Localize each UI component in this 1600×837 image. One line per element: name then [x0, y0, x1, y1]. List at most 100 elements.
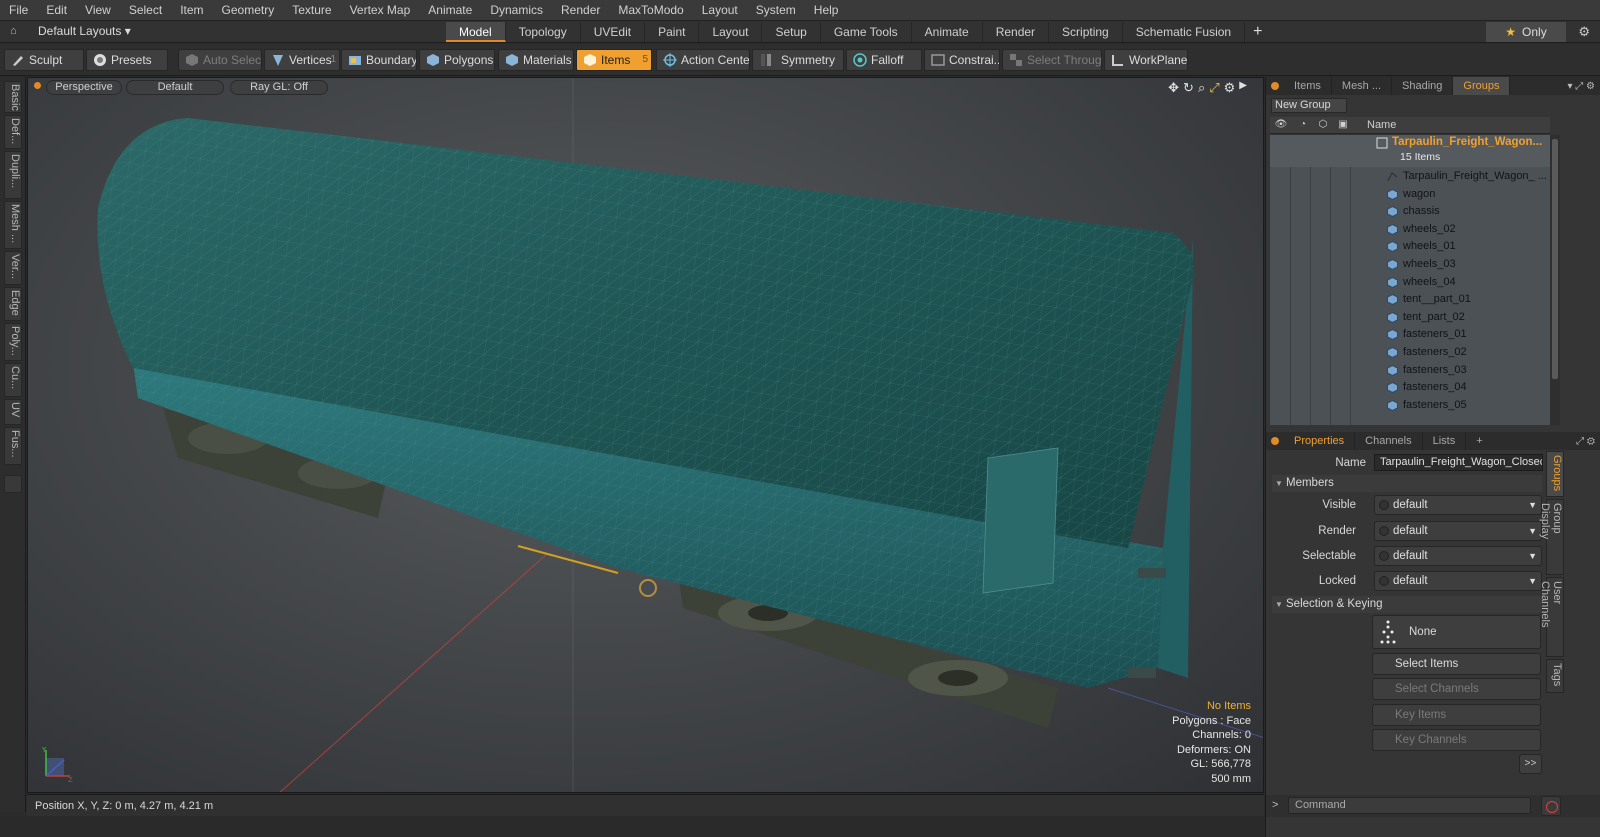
move-view-icon[interactable]: ✥: [1168, 80, 1179, 96]
tree-item-chassis[interactable]: chassis: [1270, 203, 1550, 221]
select-channels-button[interactable]: Select Channels: [1372, 678, 1541, 700]
properties-menu-dot-icon[interactable]: [1271, 437, 1279, 445]
menu-vertex-map[interactable]: Vertex Map: [341, 0, 420, 21]
menu-geometry[interactable]: Geometry: [213, 0, 284, 21]
3d-viewport[interactable]: Perspective Default Ray GL: Off ✥ ↻ ⌕ ⤢ …: [27, 77, 1264, 793]
new-group-button[interactable]: New Group: [1271, 98, 1347, 113]
viewport-expand-icon[interactable]: ▶: [1239, 80, 1247, 96]
view-perspective-button[interactable]: Perspective: [46, 80, 122, 95]
viewport-gear-icon[interactable]: ⚙: [1224, 80, 1236, 96]
side-tab-user-channels[interactable]: User Channels: [1539, 577, 1564, 657]
selection-set-none-button[interactable]: None: [1372, 615, 1541, 649]
name-column-header[interactable]: Name: [1367, 119, 1396, 131]
tab-properties[interactable]: Properties: [1284, 432, 1356, 450]
menu-edit[interactable]: Edit: [37, 0, 76, 21]
layout-selector[interactable]: Default Layouts ▾: [38, 24, 131, 38]
tree-item-wheels-03[interactable]: wheels_03: [1270, 256, 1550, 274]
tab-fusion[interactable]: Fus...: [4, 427, 22, 465]
gear-icon[interactable]: ⚙: [1578, 24, 1590, 40]
tree-item-tent-part-02[interactable]: tent_part_02: [1270, 309, 1550, 327]
key-channels-button[interactable]: Key Channels: [1372, 729, 1541, 751]
tab-layout[interactable]: Layout: [699, 22, 763, 42]
group-root-row[interactable]: Tarpaulin_Freight_Wagon... 15 Items: [1270, 135, 1550, 167]
tree-item-wheels-04[interactable]: wheels_04: [1270, 274, 1550, 292]
tab-lists[interactable]: Lists: [1423, 432, 1467, 450]
members-section[interactable]: ▼ Members: [1272, 475, 1542, 492]
tree-item-fasteners-02[interactable]: fasteners_02: [1270, 344, 1550, 362]
tab-model[interactable]: Model: [446, 22, 506, 42]
select-through-button[interactable]: Select Through: [1002, 49, 1102, 71]
tab-deform[interactable]: Def...: [4, 115, 22, 149]
menu-render[interactable]: Render: [552, 0, 609, 21]
auto-select-button[interactable]: Auto Select: [178, 49, 262, 71]
menu-dynamics[interactable]: Dynamics: [481, 0, 552, 21]
tree-item-fasteners-04[interactable]: fasteners_04: [1270, 379, 1550, 397]
tab-mesh[interactable]: Mesh ...: [4, 201, 22, 249]
lock-column-icon[interactable]: ▣: [1336, 119, 1350, 131]
menu-maxtomodo[interactable]: MaxToModo: [609, 0, 692, 21]
tree-item-fasteners-05[interactable]: fasteners_05: [1270, 397, 1550, 415]
tab-shading[interactable]: Shading: [1392, 77, 1454, 95]
panel-bottom-options-icon[interactable]: ⤢ ⚙: [1576, 436, 1600, 447]
selectable-dropdown[interactable]: default ▼: [1374, 546, 1542, 566]
tab-schematic-fusion[interactable]: Schematic Fusion: [1123, 22, 1246, 42]
tree-item-fasteners-03[interactable]: fasteners_03: [1270, 362, 1550, 380]
menu-view[interactable]: View: [76, 0, 120, 21]
rotate-view-icon[interactable]: ↻: [1183, 80, 1194, 96]
add-tab-button[interactable]: +: [1245, 22, 1270, 42]
menu-item[interactable]: Item: [171, 0, 212, 21]
tree-item-wheels-01[interactable]: wheels_01: [1270, 238, 1550, 256]
menu-file[interactable]: File: [0, 0, 37, 21]
select-items-button[interactable]: Select Items: [1372, 653, 1541, 675]
presets-button[interactable]: Presets: [86, 49, 168, 71]
menu-animate[interactable]: Animate: [419, 0, 481, 21]
tab-render[interactable]: Render: [983, 22, 1050, 42]
action-center-button[interactable]: Action Center: [656, 49, 750, 71]
tree-item-tent-part-01[interactable]: tent__part_01: [1270, 291, 1550, 309]
tab-mesh-ops[interactable]: Mesh ...: [1332, 77, 1393, 95]
key-items-button[interactable]: Key Items: [1372, 704, 1541, 726]
panel-top-options-icon[interactable]: ▾ ⤢ ⚙: [1567, 81, 1600, 92]
record-macro-icon[interactable]: [1541, 796, 1561, 816]
materials-button[interactable]: Materials: [498, 49, 574, 71]
constraints-button[interactable]: Constrai...: [924, 49, 1000, 71]
tab-animate[interactable]: Animate: [912, 22, 983, 42]
tab-groups[interactable]: Groups: [1453, 77, 1511, 95]
side-tab-tags[interactable]: Tags: [1546, 659, 1564, 693]
command-input[interactable]: Command: [1288, 797, 1531, 814]
raygl-button[interactable]: Ray GL: Off: [230, 80, 328, 95]
items-button[interactable]: Items 5: [576, 49, 652, 71]
shading-default-button[interactable]: Default: [126, 80, 224, 95]
tree-scroll-thumb[interactable]: [1552, 139, 1558, 379]
group-name-field[interactable]: Tarpaulin_Freight_Wagon_Closec: [1374, 454, 1543, 471]
tab-uv[interactable]: UV: [4, 399, 22, 425]
symmetry-button[interactable]: Symmetry: [752, 49, 844, 71]
tab-topology[interactable]: Topology: [506, 22, 581, 42]
tree-item-wheels-02[interactable]: wheels_02: [1270, 221, 1550, 239]
boundary-button[interactable]: Boundary: [341, 49, 417, 71]
tab-paint[interactable]: Paint: [645, 22, 700, 42]
vertices-button[interactable]: Vertices 1: [264, 49, 340, 71]
tab-duplicate[interactable]: Dupli...: [4, 151, 22, 199]
tree-item-locator[interactable]: Tarpaulin_Freight_Wagon_ ...: [1270, 168, 1550, 186]
selectable-column-icon[interactable]: ⬡: [1316, 119, 1330, 131]
falloff-button[interactable]: Falloff: [846, 49, 922, 71]
tab-setup[interactable]: Setup: [762, 22, 821, 42]
viewport-menu-dot-icon[interactable]: [34, 82, 41, 89]
workplane-button[interactable]: WorkPlane: [1104, 49, 1188, 71]
tree-scrollbar[interactable]: [1550, 135, 1560, 425]
render-dropdown[interactable]: default ▼: [1374, 521, 1542, 541]
tab-channels[interactable]: Channels: [1355, 432, 1423, 450]
tree-item-wagon[interactable]: wagon: [1270, 186, 1550, 204]
zoom-view-icon[interactable]: ⌕: [1198, 80, 1205, 96]
polygons-button[interactable]: Polygons: [419, 49, 495, 71]
tab-polygon[interactable]: Poly...: [4, 323, 22, 361]
side-tab-group-display[interactable]: Group Display: [1539, 499, 1564, 575]
tab-vertex[interactable]: Ver...: [4, 251, 22, 285]
menu-texture[interactable]: Texture: [283, 0, 340, 21]
only-button[interactable]: ★ Only: [1486, 22, 1566, 42]
tree-item-fasteners-01[interactable]: fasteners_01: [1270, 326, 1550, 344]
visible-dropdown[interactable]: default ▼: [1374, 495, 1542, 515]
tab-basic[interactable]: Basic: [4, 81, 22, 113]
panel-menu-dot-icon[interactable]: [1271, 82, 1279, 90]
